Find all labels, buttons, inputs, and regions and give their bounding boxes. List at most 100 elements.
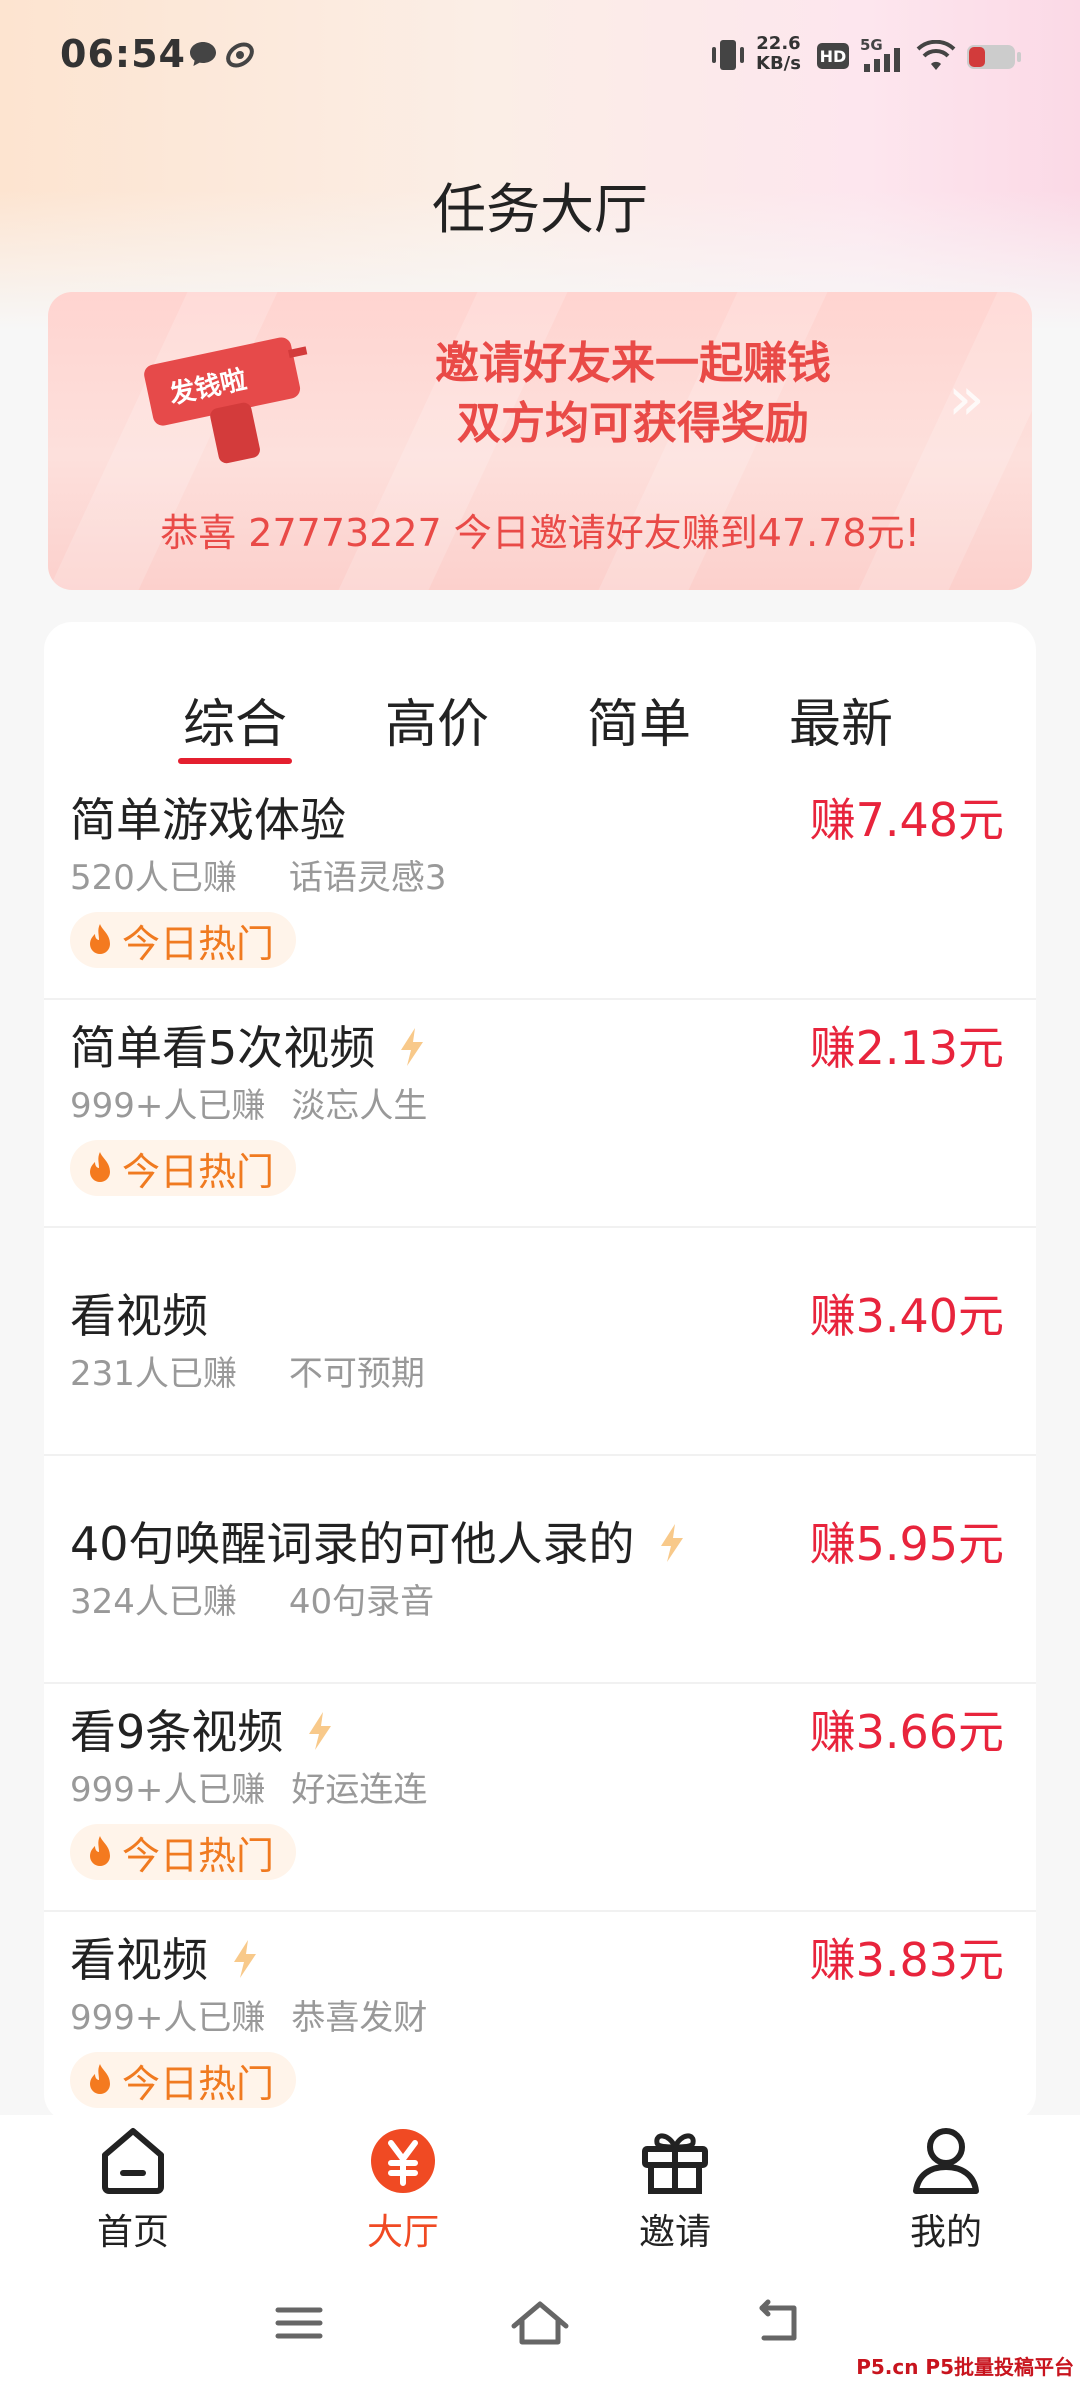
task-item[interactable]: 看9条视频 赚3.66元 999+人已赚 好运连连 今日热门 — [44, 1684, 1036, 1912]
task-title-wrap: 看9条视频 — [70, 1696, 335, 1763]
task-meta: 520人已赚 话语灵感3 — [70, 850, 499, 899]
vibrate-icon — [708, 38, 748, 76]
nav-home[interactable]: 首页 — [53, 2125, 213, 2255]
message-icon — [188, 40, 218, 72]
task-title-wrap: 40句唤醒词录的可他人录的 — [70, 1508, 687, 1575]
money-gun-icon: 发钱啦 — [136, 320, 316, 474]
lightning-icon — [305, 1709, 335, 1763]
back-icon[interactable] — [754, 2298, 804, 2352]
task-item[interactable]: 简单游戏体验 赚7.48元 520人已赚 话语灵感3 今日热门 — [44, 772, 1036, 1000]
task-title: 40句唤醒词录的可他人录的 — [70, 1517, 635, 1571]
task-meta: 999+人已赚 好运连连 — [70, 1762, 479, 1811]
task-title: 简单游戏体验 — [70, 793, 346, 847]
nav-label: 首页 — [96, 2212, 169, 2253]
task-title-wrap: 看视频 — [70, 1924, 260, 1991]
flame-icon — [84, 2062, 116, 2098]
task-title: 看9条视频 — [70, 1705, 284, 1759]
task-item[interactable]: 看视频 赚3.40元 231人已赚 不可预期 — [44, 1228, 1036, 1456]
task-title: 看视频 — [70, 1289, 208, 1343]
task-publisher: 好运连连 — [291, 1770, 428, 1810]
hot-badge-label: 今日热门 — [122, 1833, 275, 1878]
task-meta: 324人已赚 40句录音 — [70, 1574, 486, 1623]
svg-text:HD: HD — [820, 47, 847, 66]
double-chevron-right-icon: » — [948, 364, 985, 434]
task-list-card: 综合 高价 简单 最新 简单游戏体验 赚7.48元 520人已赚 话语灵感3 今日… — [44, 622, 1036, 2122]
hot-badge-label: 今日热门 — [122, 2061, 275, 2106]
home-icon — [97, 2128, 169, 2199]
nav-invite[interactable]: 邀请 — [595, 2125, 755, 2255]
banner-congrats-text: 恭喜 27773227 今日邀请好友赚到47.78元! — [160, 511, 920, 555]
status-time: 06:54 — [60, 32, 186, 76]
task-item[interactable]: 40句唤醒词录的可他人录的 赚5.95元 324人已赚 40句录音 — [44, 1456, 1036, 1684]
signal-5g-icon: 5G — [858, 36, 908, 78]
nav-label: 我的 — [909, 2212, 982, 2253]
task-title: 看视频 — [70, 1933, 208, 1987]
task-publisher: 淡忘人生 — [291, 1086, 428, 1126]
hot-badge: 今日热门 — [70, 1824, 297, 1880]
lightning-icon — [657, 1521, 687, 1575]
active-tab-indicator — [178, 758, 292, 764]
invite-banner[interactable]: 发钱啦 邀请好友来一起赚钱 双方均可获得奖励 » 恭喜 27773227 今日邀… — [48, 292, 1032, 590]
net-speed-value: 22.6 — [756, 33, 801, 54]
hot-badge: 今日热门 — [70, 2052, 297, 2108]
task-meta: 999+人已赚 淡忘人生 — [70, 1078, 479, 1127]
task-earned-count: 999+人已赚 — [70, 1998, 266, 2038]
wifi-icon — [916, 39, 956, 76]
lightning-icon — [397, 1025, 427, 1079]
tab-high-price[interactable]: 高价 — [357, 682, 517, 757]
task-item[interactable]: 简单看5次视频 赚2.13元 999+人已赚 淡忘人生 今日热门 — [44, 1000, 1036, 1228]
tab-simple[interactable]: 简单 — [559, 682, 719, 757]
profile-icon — [910, 2128, 982, 2199]
task-reward: 赚2.13元 — [809, 1021, 1004, 1075]
page-title: 任务大厅 — [432, 178, 648, 241]
banner-headline: 邀请好友来一起赚钱 — [435, 338, 831, 389]
banner-subheadline: 双方均可获得奖励 — [457, 398, 809, 449]
hd-badge: HD — [816, 42, 850, 74]
task-publisher: 话语灵感3 — [288, 858, 447, 898]
task-publisher: 恭喜发财 — [291, 1998, 428, 2038]
task-title: 简单看5次视频 — [70, 1021, 376, 1075]
task-earned-count: 999+人已赚 — [70, 1770, 266, 1810]
task-earned-count: 231人已赚 — [70, 1354, 237, 1394]
task-reward: 赚3.66元 — [809, 1705, 1004, 1759]
flame-icon — [84, 1150, 116, 1186]
menu-icon[interactable] — [274, 2298, 324, 2352]
tab-comprehensive[interactable]: 综合 — [155, 682, 315, 757]
task-reward: 赚7.48元 — [809, 793, 1004, 847]
nav-hall[interactable]: 大厅 — [323, 2125, 483, 2255]
task-reward: 赚3.40元 — [809, 1289, 1004, 1343]
task-title-wrap: 简单看5次视频 — [70, 1012, 427, 1079]
net-speed-unit: KB/s — [756, 53, 801, 74]
task-publisher: 不可预期 — [288, 1354, 425, 1394]
gift-icon — [639, 2133, 711, 2199]
task-earned-count: 520人已赚 — [70, 858, 237, 898]
app-notification-icon — [224, 40, 256, 74]
task-reward: 赚5.95元 — [809, 1517, 1004, 1571]
watermark: P5.cn P5批量投稿平台 — [856, 2355, 1074, 2379]
nav-label: 大厅 — [366, 2212, 439, 2253]
status-bar: 06:54 22.6 KB/s HD 5G — [0, 0, 1080, 115]
task-item[interactable]: 看视频 赚3.83元 999+人已赚 恭喜发财 今日热门 — [44, 1912, 1036, 2122]
system-nav-bar: P5.cn P5批量投稿平台 — [0, 2270, 1080, 2388]
yuan-coin-icon — [367, 2129, 439, 2199]
bottom-nav: 首页 大厅 邀请 我的 — [0, 2115, 1080, 2270]
task-meta: 231人已赚 不可预期 — [70, 1346, 477, 1395]
task-earned-count: 999+人已赚 — [70, 1086, 266, 1126]
hot-badge: 今日热门 — [70, 1140, 297, 1196]
task-publisher: 40句录音 — [288, 1582, 435, 1622]
battery-icon — [966, 44, 1022, 74]
nav-mine[interactable]: 我的 — [866, 2125, 1026, 2255]
hot-badge: 今日热门 — [70, 912, 297, 968]
svg-text:5G: 5G — [860, 36, 883, 54]
task-reward: 赚3.83元 — [809, 1933, 1004, 1987]
task-meta: 999+人已赚 恭喜发财 — [70, 1990, 479, 2039]
tab-newest[interactable]: 最新 — [761, 682, 921, 757]
task-earned-count: 324人已赚 — [70, 1582, 237, 1622]
home-button-icon[interactable] — [510, 2298, 570, 2352]
net-speed: 22.6 KB/s — [756, 34, 801, 74]
hot-badge-label: 今日热门 — [122, 921, 275, 966]
flame-icon — [84, 1834, 116, 1870]
nav-label: 邀请 — [638, 2212, 711, 2253]
hot-badge-label: 今日热门 — [122, 1149, 275, 1194]
flame-icon — [84, 922, 116, 958]
